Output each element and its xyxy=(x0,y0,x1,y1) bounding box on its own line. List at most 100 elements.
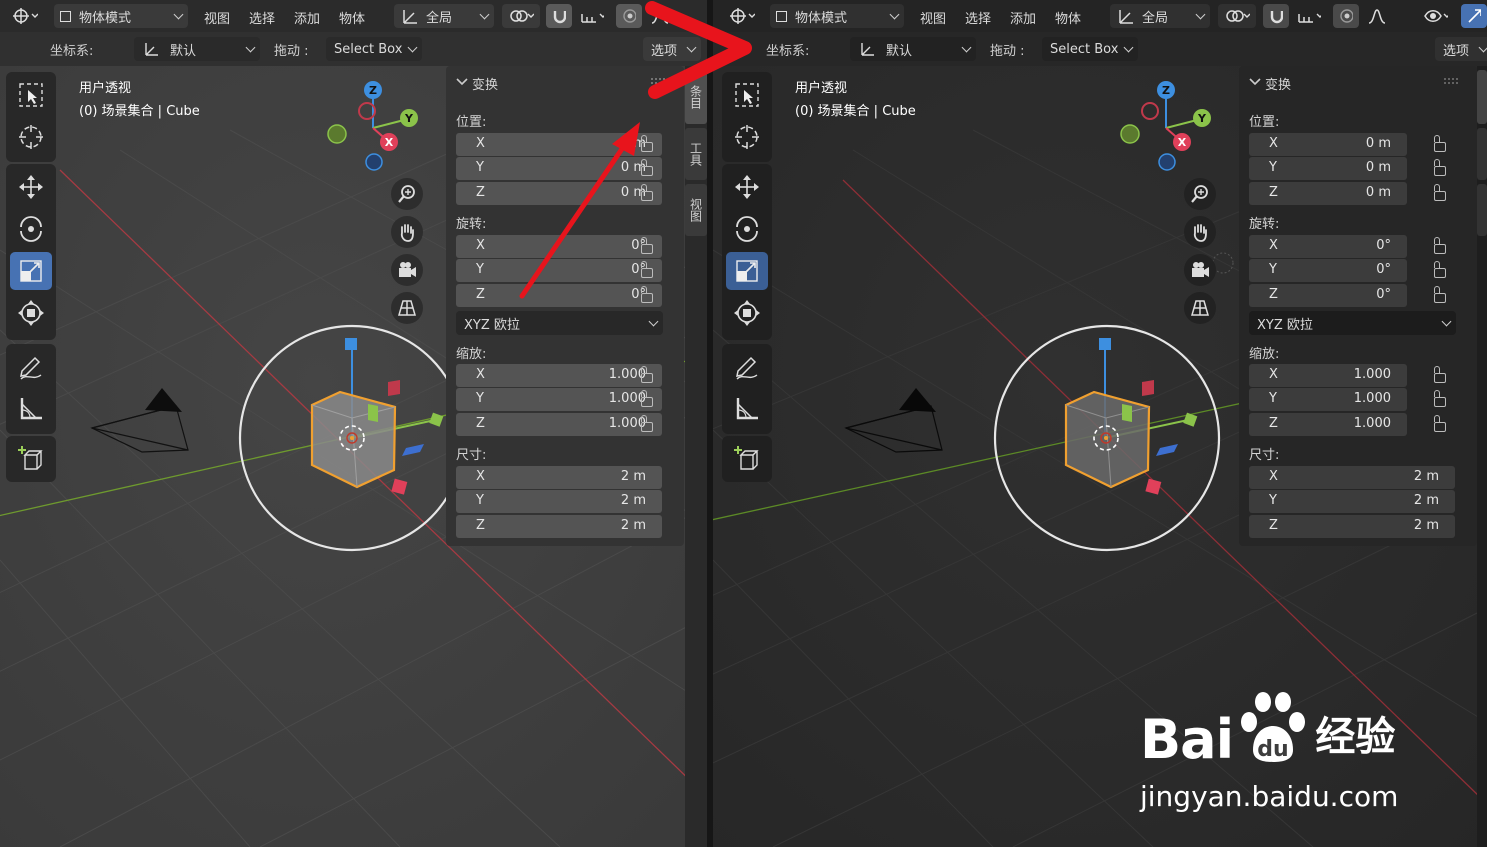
lock-icon[interactable] xyxy=(641,261,653,278)
pan-button[interactable] xyxy=(391,216,423,248)
snap-toggle[interactable] xyxy=(546,4,572,28)
move-tool[interactable] xyxy=(726,168,768,206)
lock-icon[interactable] xyxy=(641,159,653,176)
dimensions-z-field[interactable]: Z 2 m xyxy=(1249,515,1455,538)
falloff-dropdown[interactable] xyxy=(1361,4,1391,28)
scale-x-field[interactable]: X 1.000 xyxy=(456,364,662,387)
dimensions-x-field[interactable]: X 2 m xyxy=(1249,466,1455,489)
lock-icon[interactable] xyxy=(1434,135,1446,152)
collapse-chevron-icon[interactable] xyxy=(456,77,468,87)
coord-system-dropdown[interactable]: 默认 xyxy=(134,37,260,61)
menu-select[interactable]: 选择 xyxy=(965,8,991,27)
tab-view[interactable] xyxy=(1477,184,1487,236)
options-dropdown[interactable]: 选项 xyxy=(1435,37,1487,61)
rotation-mode-dropdown[interactable]: XYZ 欧拉 xyxy=(456,311,663,335)
lock-icon[interactable] xyxy=(641,415,653,432)
rotation-y-field[interactable]: Y 0° xyxy=(1249,259,1407,282)
rotation-x-field[interactable]: X 0° xyxy=(1249,235,1407,258)
snap-target-dropdown[interactable] xyxy=(574,4,610,28)
lock-icon[interactable] xyxy=(1434,390,1446,407)
pan-button[interactable] xyxy=(1184,216,1216,248)
rotate-tool[interactable] xyxy=(726,210,768,248)
camera-view-button[interactable] xyxy=(1184,254,1216,286)
dimensions-y-field[interactable]: Y 2 m xyxy=(456,490,662,513)
rotate-tool[interactable] xyxy=(10,210,52,248)
snap-toggle[interactable] xyxy=(1263,4,1289,28)
lock-icon[interactable] xyxy=(1434,286,1446,303)
lock-icon[interactable] xyxy=(641,237,653,254)
lock-icon[interactable] xyxy=(1434,184,1446,201)
proportional-editing-toggle[interactable] xyxy=(616,4,642,28)
transform-orientation-dropdown[interactable]: 全局 xyxy=(394,4,494,28)
menu-select[interactable]: 选择 xyxy=(249,8,275,27)
tab-tool[interactable]: 工具 xyxy=(685,128,707,180)
navigation-gizmo[interactable]: Z Y X xyxy=(1113,78,1223,178)
rotation-z-field[interactable]: Z 0° xyxy=(1249,284,1407,307)
location-z-field[interactable]: Z0 m xyxy=(1249,182,1407,205)
dimensions-x-field[interactable]: X 2 m xyxy=(456,466,662,489)
lock-icon[interactable] xyxy=(641,184,653,201)
cursor-tool[interactable] xyxy=(726,118,768,156)
lock-icon[interactable] xyxy=(1434,237,1446,254)
measure-tool[interactable] xyxy=(10,390,52,428)
drag-handle-icon[interactable] xyxy=(1444,78,1458,84)
zoom-button[interactable] xyxy=(391,178,423,210)
mode-selector[interactable]: 物体模式 xyxy=(54,4,188,28)
perspective-toggle-button[interactable] xyxy=(391,292,423,324)
zoom-button[interactable] xyxy=(1184,178,1216,210)
drag-handle-icon[interactable] xyxy=(651,78,665,84)
lock-icon[interactable] xyxy=(1434,261,1446,278)
dimensions-y-field[interactable]: Y 2 m xyxy=(1249,490,1455,513)
falloff-dropdown[interactable] xyxy=(644,4,674,28)
transform-orientation-dropdown[interactable]: 全局 xyxy=(1110,4,1210,28)
lock-icon[interactable] xyxy=(641,366,653,383)
navigation-gizmo[interactable]: Z Y X xyxy=(320,78,430,178)
coord-system-dropdown[interactable]: 默认 xyxy=(850,37,976,61)
rotation-y-field[interactable]: Y 0° xyxy=(456,259,662,282)
snap-target-dropdown[interactable] xyxy=(1291,4,1327,28)
location-x-field[interactable]: X0 m xyxy=(1249,133,1407,156)
scale-z-field[interactable]: Z 1.000 xyxy=(456,413,662,436)
scale-x-field[interactable]: X 1.000 xyxy=(1249,364,1407,387)
visibility-dropdown[interactable] xyxy=(1418,4,1454,28)
transform-tool[interactable] xyxy=(10,294,52,332)
menu-object[interactable]: 物体 xyxy=(1055,8,1081,27)
lock-icon[interactable] xyxy=(641,135,653,152)
cursor-tool[interactable] xyxy=(10,118,52,156)
scale-y-field[interactable]: Y 1.000 xyxy=(456,388,662,411)
lock-icon[interactable] xyxy=(1434,159,1446,176)
tab-item[interactable]: 条目 xyxy=(685,70,707,124)
scale-y-field[interactable]: Y 1.000 xyxy=(1249,388,1407,411)
gizmo-toggle[interactable] xyxy=(1461,4,1487,28)
pivot-point-button[interactable] xyxy=(502,4,540,28)
rotation-mode-dropdown[interactable]: XYZ 欧拉 xyxy=(1249,311,1456,335)
menu-add[interactable]: 添加 xyxy=(294,8,320,27)
add-cube-tool[interactable] xyxy=(10,440,52,478)
annotate-tool[interactable] xyxy=(726,348,768,386)
mode-selector[interactable]: 物体模式 xyxy=(770,4,904,28)
scale-z-field[interactable]: Z 1.000 xyxy=(1249,413,1407,436)
select-box-tool[interactable] xyxy=(10,76,52,114)
menu-object[interactable]: 物体 xyxy=(339,8,365,27)
move-tool[interactable] xyxy=(10,168,52,206)
editor-type-button[interactable] xyxy=(723,4,761,28)
tab-item[interactable] xyxy=(1477,70,1487,124)
rotation-z-field[interactable]: Z 0° xyxy=(456,284,662,307)
measure-tool[interactable] xyxy=(726,390,768,428)
location-x-field[interactable]: X0 m xyxy=(456,133,662,156)
tab-tool[interactable] xyxy=(1477,128,1487,180)
rotation-x-field[interactable]: X 0° xyxy=(456,235,662,258)
scale-tool[interactable] xyxy=(10,252,52,290)
lock-icon[interactable] xyxy=(1434,415,1446,432)
menu-view[interactable]: 视图 xyxy=(204,8,230,27)
scale-tool[interactable] xyxy=(726,252,768,290)
drag-dropdown[interactable]: Select Box xyxy=(1042,37,1138,61)
pivot-point-button[interactable] xyxy=(1218,4,1256,28)
menu-view[interactable]: 视图 xyxy=(920,8,946,27)
collapse-chevron-icon[interactable] xyxy=(1249,77,1261,87)
location-y-field[interactable]: Y0 m xyxy=(456,157,662,180)
add-cube-tool[interactable] xyxy=(726,440,768,478)
location-z-field[interactable]: Z0 m xyxy=(456,182,662,205)
camera-view-button[interactable] xyxy=(391,254,423,286)
tab-view[interactable]: 视图 xyxy=(685,184,707,236)
